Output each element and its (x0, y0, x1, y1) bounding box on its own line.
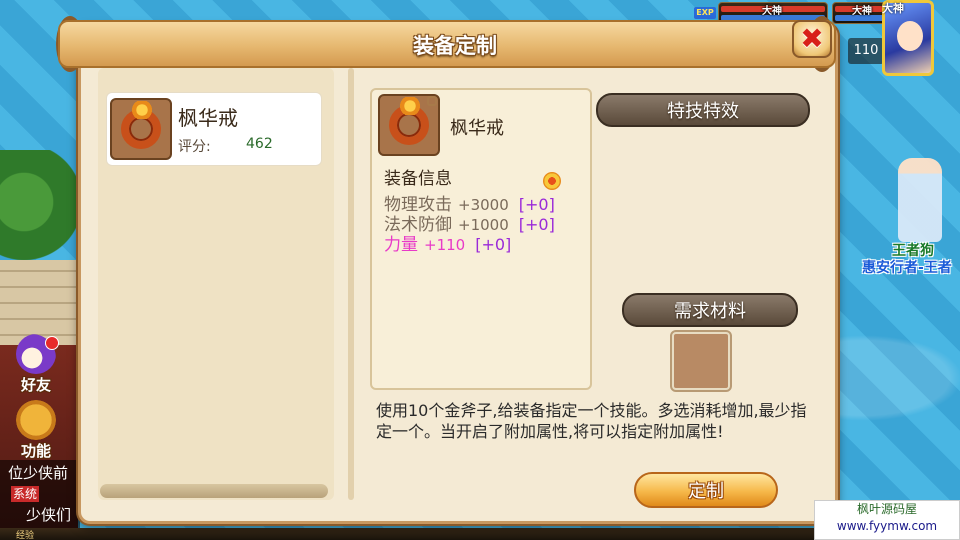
stat-name: 力量 (384, 235, 418, 255)
stat-value: +110 (424, 236, 466, 254)
ring-shape (121, 101, 161, 149)
list-item-name: 枫华戒 (178, 106, 238, 130)
exp-icon: EXP (694, 7, 716, 19)
player-level: 110 (848, 38, 884, 64)
ring-shape (389, 97, 429, 145)
instructions-text: 使用10个金斧子,给装备指定一个技能。多选消耗增加,最少指定一个。当开启了附加属… (376, 401, 807, 441)
watermark: 枫叶源码屋 www.fyymw.com (814, 500, 960, 540)
material-slot[interactable] (670, 330, 732, 392)
experience-label: 经验 (16, 531, 35, 540)
equipment-info-header: 装备信息 (384, 169, 452, 189)
detail-item-name: 枫华戒 (450, 118, 504, 139)
watermark-title: 枫叶源码屋 (856, 502, 917, 516)
pet-god-tag: 大神 (762, 6, 782, 17)
materials-header: 需求材料 (622, 293, 798, 327)
watermark-url: www.fyymw.com (836, 519, 938, 533)
skill-effects-label: 特技特效 (667, 101, 739, 122)
stat-bonus: [+0] (475, 235, 512, 254)
functions-button[interactable]: 功能 (10, 400, 62, 461)
stat-bonus: [+0] (518, 215, 555, 234)
avatar-face-icon (897, 21, 923, 51)
customize-label: 定制 (688, 481, 724, 502)
score-label: 评分: (178, 139, 211, 155)
close-button[interactable]: ✖ (792, 20, 832, 58)
list-bottom-bar (100, 484, 328, 498)
stat-row: 力量 +110 [+0] (384, 230, 511, 255)
close-icon: ✖ (800, 22, 824, 55)
fist-icon (16, 400, 56, 440)
skill-effects-header: 特技特效 (596, 93, 810, 127)
score-value: 462 (246, 136, 273, 152)
materials-label: 需求材料 (674, 301, 746, 322)
sun-gear-icon[interactable] (543, 172, 561, 190)
system-channel-badge: 系统 (11, 486, 40, 502)
dialog-title: 装备定制 (413, 34, 497, 58)
chat-message: 少侠们 (26, 506, 72, 524)
chat-message: 位少侠前 (8, 464, 69, 482)
functions-label: 功能 (20, 442, 51, 460)
avatar-god-tag: 大神 (882, 2, 904, 15)
npc-character[interactable] (898, 158, 942, 242)
npc-title: 惠安行者-王者 (862, 260, 952, 276)
lock-icon (427, 96, 437, 106)
customize-button[interactable]: 定制 (634, 472, 778, 508)
list-scrollbar[interactable] (348, 68, 354, 500)
notification-dot-icon (45, 336, 59, 350)
ring-item-icon (110, 98, 172, 160)
friends-label: 好友 (20, 376, 51, 394)
player-god-tag: 大神 (852, 6, 872, 17)
